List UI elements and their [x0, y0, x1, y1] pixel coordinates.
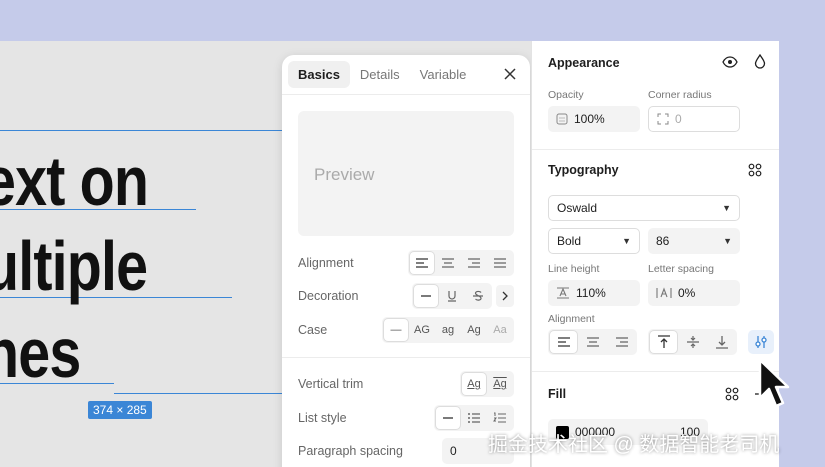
case-none-option[interactable]: — — [384, 319, 408, 341]
trim-standard-option[interactable]: Ag — [462, 373, 486, 395]
vertical-trim-label: Vertical trim — [298, 377, 364, 391]
letter-spacing-input[interactable]: 0% — [648, 280, 740, 306]
list-style-row: List style — [298, 405, 514, 431]
opacity-input[interactable]: 100% — [548, 106, 640, 132]
popover-tabs: Basics Details Variable — [282, 55, 530, 95]
align-center-icon[interactable] — [436, 252, 460, 274]
fill-styles-grid-icon[interactable] — [723, 385, 741, 403]
corner-radius-value: 0 — [675, 112, 682, 126]
canvas-text-line-3[interactable]: nes — [0, 318, 81, 388]
align-bottom-icon[interactable] — [708, 331, 735, 353]
alignment-options — [408, 250, 514, 276]
vertical-trim-options: Ag Ag — [460, 371, 514, 397]
corner-radius-icon — [657, 113, 669, 125]
watermark: 掘金技术社区 @ 数据智能老司机 — [488, 434, 780, 456]
mouse-cursor-icon — [758, 358, 790, 408]
line-height-label: Line height — [548, 263, 600, 275]
corner-radius-label: Corner radius — [648, 89, 712, 101]
appearance-title: Appearance — [548, 56, 620, 70]
design-panel: Appearance Opacity Corner radius 100% 0 … — [531, 41, 779, 467]
paragraph-spacing-row: Paragraph spacing 0 — [298, 438, 514, 464]
align-right-icon[interactable] — [462, 252, 486, 274]
decoration-options — [412, 283, 492, 309]
letter-spacing-icon — [656, 287, 672, 298]
tab-details[interactable]: Details — [350, 61, 410, 88]
droplet-icon[interactable] — [751, 52, 769, 70]
numbered-list-icon[interactable] — [488, 407, 512, 429]
chevron-down-icon: ▼ — [723, 236, 732, 246]
styles-grid-icon[interactable] — [746, 161, 764, 179]
case-options: — AG ag Ag Aa — [382, 317, 514, 343]
canvas-text-line-1[interactable]: ext on — [0, 146, 149, 216]
letter-spacing-label: Letter spacing — [648, 263, 714, 275]
fill-title: Fill — [548, 387, 567, 401]
opacity-icon — [556, 113, 568, 125]
close-icon[interactable] — [502, 66, 518, 82]
opacity-label: Opacity — [548, 89, 584, 101]
text-guide-line — [114, 393, 282, 394]
case-uppercase-option[interactable]: AG — [410, 319, 434, 341]
paragraph-spacing-label: Paragraph spacing — [298, 444, 403, 458]
vertical-trim-row: Vertical trim Ag Ag — [298, 371, 514, 397]
line-height-value: 110% — [576, 286, 606, 300]
line-height-icon — [557, 287, 569, 299]
typography-settings-popover: Basics Details Variable Preview Alignmen… — [282, 55, 530, 467]
align-middle-icon[interactable] — [679, 331, 706, 353]
case-title-option[interactable]: Ag — [462, 319, 486, 341]
case-lowercase-option[interactable]: ag — [436, 319, 460, 341]
eye-icon[interactable] — [721, 53, 739, 71]
chevron-down-icon: ▼ — [722, 203, 731, 213]
align-top-icon[interactable] — [650, 331, 677, 353]
text-alignment-label: Alignment — [548, 313, 595, 325]
vertical-alignment-group — [648, 329, 737, 355]
case-row: Case — AG ag Ag Aa — [298, 317, 514, 343]
font-size-value: 86 — [656, 234, 670, 248]
decoration-none-icon[interactable] — [414, 285, 438, 307]
align-left-icon[interactable] — [550, 331, 577, 353]
line-height-input[interactable]: 110% — [548, 280, 640, 306]
opacity-value: 100% — [574, 112, 605, 126]
underline-icon[interactable] — [440, 285, 464, 307]
chevron-down-icon: ▼ — [622, 236, 631, 246]
type-settings-sliders-icon[interactable] — [748, 330, 774, 354]
corner-radius-input[interactable]: 0 — [648, 106, 740, 132]
tab-variable[interactable]: Variable — [410, 61, 477, 88]
font-family-value: Oswald — [557, 201, 598, 215]
divider — [532, 149, 779, 150]
strikethrough-icon[interactable] — [466, 285, 490, 307]
decoration-label: Decoration — [298, 289, 359, 303]
typography-title: Typography — [548, 163, 619, 177]
size-badge: 374 × 285 — [88, 401, 152, 419]
text-guide-line — [0, 130, 282, 131]
font-weight-select[interactable]: Bold ▼ — [548, 228, 640, 254]
horizontal-alignment-group — [548, 329, 637, 355]
font-weight-value: Bold — [557, 234, 582, 248]
letter-spacing-value: 0% — [678, 286, 696, 300]
alignment-label: Alignment — [298, 256, 354, 270]
case-smallcaps-option[interactable]: Aa — [488, 319, 512, 341]
divider — [282, 357, 530, 358]
list-none-icon[interactable] — [436, 407, 460, 429]
align-center-icon[interactable] — [579, 331, 606, 353]
align-right-icon[interactable] — [608, 331, 635, 353]
preview-text: Preview — [314, 165, 375, 184]
bullet-list-icon[interactable] — [462, 407, 486, 429]
trim-cap-height-option[interactable]: Ag — [488, 373, 512, 395]
chevron-right-icon[interactable] — [496, 285, 514, 307]
case-label: Case — [298, 323, 328, 337]
divider — [532, 371, 779, 372]
tab-basics[interactable]: Basics — [288, 61, 350, 88]
align-left-icon[interactable] — [410, 252, 434, 274]
font-family-select[interactable]: Oswald ▼ — [548, 195, 740, 221]
font-preview: Preview — [298, 111, 514, 236]
font-size-input[interactable]: 86 ▼ — [648, 228, 740, 254]
canvas-text-line-2[interactable]: ultiple — [0, 231, 148, 301]
list-style-label: List style — [298, 411, 347, 425]
alignment-row: Alignment — [298, 250, 514, 276]
decoration-row: Decoration — [298, 283, 514, 309]
align-justify-icon[interactable] — [488, 252, 512, 274]
